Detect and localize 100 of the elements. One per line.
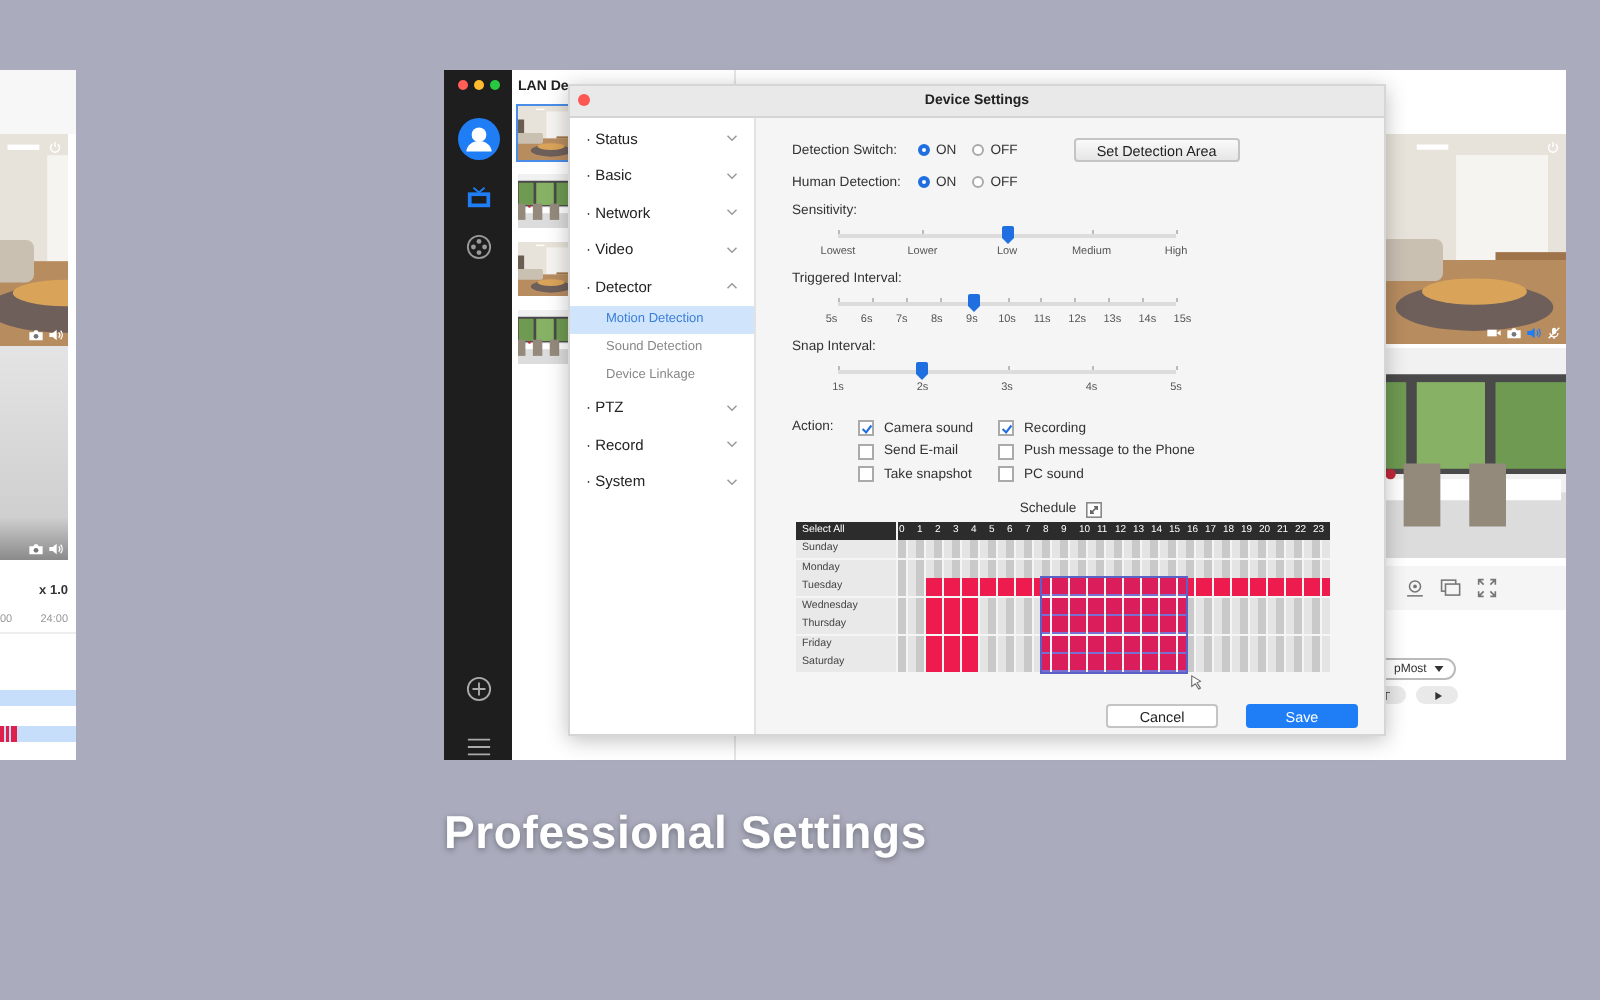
schedule-slot[interactable]: [1141, 654, 1149, 672]
schedule-slot[interactable]: [943, 654, 951, 672]
schedule-slot[interactable]: [925, 635, 933, 653]
checkbox[interactable]: [998, 466, 1014, 483]
schedule-slot[interactable]: [961, 597, 969, 615]
webcam-icon[interactable]: [1404, 578, 1426, 598]
schedule-slot[interactable]: [943, 616, 951, 634]
schedule-slot[interactable]: [1159, 597, 1167, 615]
schedule-slot[interactable]: [1015, 578, 1023, 596]
schedule-slot[interactable]: [1267, 578, 1275, 596]
schedule-slot[interactable]: [1105, 635, 1113, 653]
speaker-icon[interactable]: [48, 542, 64, 556]
schedule-slot[interactable]: [952, 597, 960, 615]
schedule-slot[interactable]: [1186, 597, 1194, 615]
schedule-slot[interactable]: [1177, 635, 1185, 653]
slider-thumb[interactable]: [916, 362, 929, 380]
fullscreen-icon[interactable]: [1476, 578, 1498, 598]
schedule-slot[interactable]: [1114, 597, 1122, 615]
radio-button[interactable]: [918, 144, 930, 156]
schedule-slot[interactable]: [925, 654, 933, 672]
schedule-slot[interactable]: [1141, 616, 1149, 634]
schedule-slot[interactable]: [1087, 559, 1095, 577]
schedule-slot[interactable]: [1132, 635, 1140, 653]
menu-icon[interactable]: [465, 734, 491, 760]
schedule-slot[interactable]: [961, 578, 969, 596]
schedule-slot[interactable]: [1069, 635, 1077, 653]
mic-off-icon[interactable]: [1546, 326, 1562, 340]
schedule-slot[interactable]: [934, 597, 942, 615]
schedule-slot[interactable]: [1177, 616, 1185, 634]
schedule-slot[interactable]: [1141, 578, 1149, 596]
schedule-slot[interactable]: [1114, 635, 1122, 653]
schedule-slot[interactable]: [943, 635, 951, 653]
radio-button[interactable]: [918, 176, 930, 188]
schedule-slot[interactable]: [1087, 597, 1095, 615]
schedule-slot[interactable]: [1069, 616, 1077, 634]
checkbox[interactable]: [858, 443, 874, 460]
schedule-slot[interactable]: [943, 578, 951, 596]
schedule-slot[interactable]: [1168, 635, 1176, 653]
schedule-slot[interactable]: [1033, 597, 1041, 615]
video-icon[interactable]: [1486, 326, 1502, 340]
schedule-slot[interactable]: [1069, 559, 1077, 577]
schedule-slot[interactable]: [1186, 654, 1194, 672]
schedule-slot[interactable]: [961, 616, 969, 634]
radio-button[interactable]: [972, 176, 985, 188]
schedule-slot[interactable]: [1321, 578, 1329, 596]
schedule-slot[interactable]: [1069, 597, 1077, 615]
schedule-slot[interactable]: [1159, 616, 1167, 634]
checkbox[interactable]: [998, 420, 1014, 437]
schedule-slot[interactable]: [1123, 654, 1131, 672]
camera-icon[interactable]: [1506, 326, 1522, 340]
schedule-slot[interactable]: [1078, 635, 1086, 653]
close-button[interactable]: [578, 94, 590, 106]
windows-icon[interactable]: [1440, 578, 1462, 598]
schedule-slot[interactable]: [952, 635, 960, 653]
schedule-slot[interactable]: [970, 597, 978, 615]
play-button[interactable]: [1416, 686, 1458, 704]
schedule-slot[interactable]: [934, 635, 942, 653]
schedule-slot[interactable]: [1177, 559, 1185, 577]
schedule-slot[interactable]: [1033, 578, 1041, 596]
radio-button[interactable]: [972, 144, 985, 156]
tv-icon[interactable]: [465, 184, 491, 210]
schedule-slot[interactable]: [1159, 559, 1167, 577]
schedule-slot[interactable]: [1105, 559, 1113, 577]
schedule-slot[interactable]: [1123, 578, 1131, 596]
schedule-slot[interactable]: [1087, 654, 1095, 672]
schedule-slot[interactable]: [1096, 597, 1104, 615]
schedule-slot[interactable]: [997, 578, 1005, 596]
schedule-slot[interactable]: [1195, 578, 1203, 596]
schedule-slot[interactable]: [1069, 654, 1077, 672]
schedule-slot[interactable]: [925, 578, 933, 596]
schedule-slot[interactable]: [1159, 578, 1167, 596]
schedule-slot[interactable]: [1069, 578, 1077, 596]
schedule-slot[interactable]: [1141, 635, 1149, 653]
schedule-slot[interactable]: [1051, 559, 1059, 577]
schedule-slot[interactable]: [1051, 578, 1059, 596]
schedule-slot[interactable]: [1033, 616, 1041, 634]
schedule-slot[interactable]: [1087, 616, 1095, 634]
camera-icon[interactable]: [28, 328, 44, 342]
schedule-slot[interactable]: [1060, 597, 1068, 615]
slider-thumb[interactable]: [967, 294, 980, 312]
schedule-slot[interactable]: [1123, 597, 1131, 615]
schedule-slot[interactable]: [1105, 597, 1113, 615]
schedule-slot[interactable]: [1132, 597, 1140, 615]
schedule-slot[interactable]: [1033, 635, 1041, 653]
slider-thumb[interactable]: [1001, 226, 1013, 244]
schedule-slot[interactable]: [1123, 616, 1131, 634]
schedule-slot[interactable]: [1042, 597, 1050, 615]
schedule-slot[interactable]: [1150, 597, 1158, 615]
expand-icon[interactable]: [1086, 501, 1103, 517]
power-icon[interactable]: [48, 140, 62, 154]
schedule-slot[interactable]: [1105, 616, 1113, 634]
schedule-slot[interactable]: [961, 635, 969, 653]
schedule-slot[interactable]: [1123, 559, 1131, 577]
checkbox[interactable]: [998, 443, 1014, 460]
schedule-slot[interactable]: [970, 635, 978, 653]
checkbox[interactable]: [858, 466, 874, 483]
avatar-icon[interactable]: [457, 118, 499, 160]
schedule-slot[interactable]: [1060, 635, 1068, 653]
schedule-slot[interactable]: [1159, 635, 1167, 653]
schedule-slot[interactable]: [1249, 578, 1257, 596]
